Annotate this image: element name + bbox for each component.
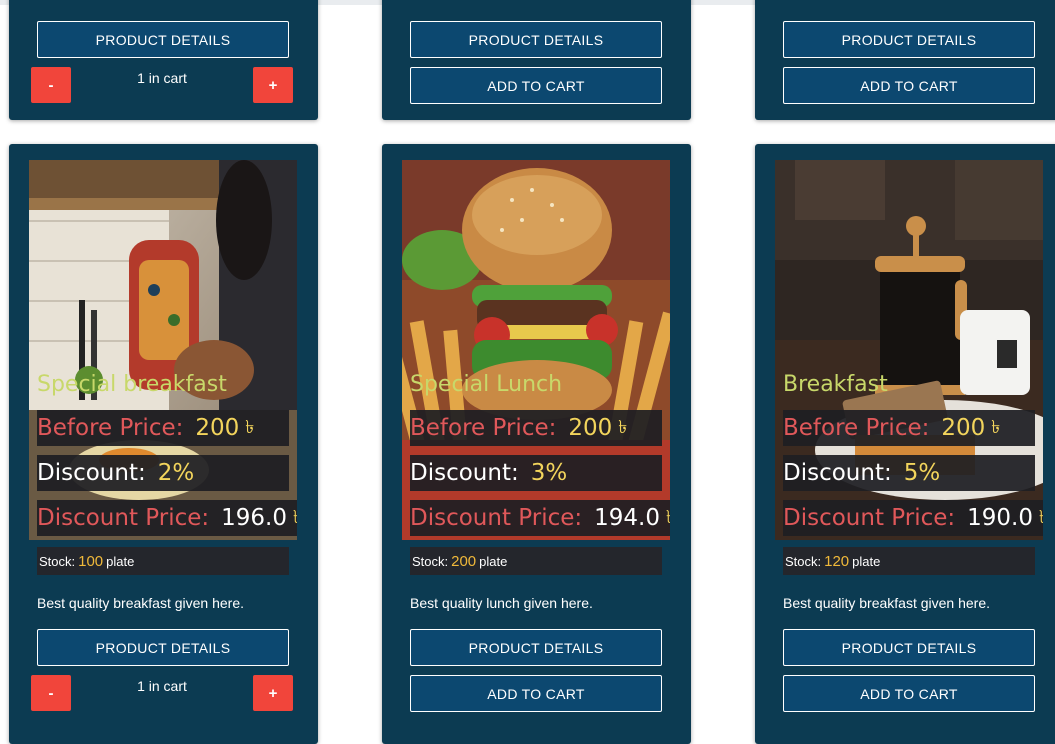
discount-band: Discount: 2% (37, 455, 289, 491)
discount-price-label: Discount Price: (410, 505, 583, 531)
stock-label: Stock: (785, 553, 822, 569)
stock-unit: plate (479, 553, 508, 569)
stock-info: Stock: 100 plate (37, 547, 289, 575)
increase-quantity-button[interactable]: + (253, 67, 293, 103)
discount-price-band: Discount Price: 190.0 ৳ (783, 500, 1043, 536)
stock-info: Stock: 120 plate (783, 547, 1035, 575)
product-image-coffee: Breakfast Before Price: 200 ৳ Discount: … (775, 160, 1043, 540)
discount-band: Discount: 5% (783, 455, 1035, 491)
increase-quantity-button[interactable]: + (253, 675, 293, 711)
product-details-button[interactable]: PRODUCT DETAILS (410, 21, 662, 58)
cart-quantity-control: - 1 in cart + (31, 67, 293, 103)
discount-value: 2% (157, 460, 195, 486)
discount-price-label: Discount Price: (783, 505, 956, 531)
stock-value: 120 (824, 552, 850, 570)
cart-quantity-control: - 1 in cart + (31, 675, 293, 711)
discount-price-value: 196.0 (221, 505, 287, 531)
stock-unit: plate (852, 553, 881, 569)
discount-value: 3% (530, 460, 568, 486)
product-card-special-lunch: Special Lunch Before Price: 200 ৳ Discou… (382, 144, 691, 744)
discount-label: Discount: (783, 460, 892, 486)
product-image-burger: Special Lunch Before Price: 200 ৳ Discou… (402, 160, 670, 540)
before-price-value: 200 (195, 415, 240, 441)
product-title: Special Lunch (410, 372, 563, 397)
product-details-button[interactable]: PRODUCT DETAILS (37, 629, 289, 666)
discount-band: Discount: 3% (410, 455, 662, 491)
currency-symbol: ৳ (991, 416, 1001, 438)
before-price-value: 200 (941, 415, 986, 441)
before-price-band: Before Price: 200 ৳ (410, 410, 662, 446)
add-to-cart-button[interactable]: ADD TO CART (783, 675, 1035, 712)
product-card-top-2: PRODUCT DETAILS ADD TO CART (382, 0, 691, 120)
product-details-button[interactable]: PRODUCT DETAILS (783, 21, 1035, 58)
product-card-breakfast: Breakfast Before Price: 200 ৳ Discount: … (755, 144, 1055, 744)
product-description: Best quality breakfast given here. (783, 595, 991, 611)
currency-symbol: ৳ (1039, 503, 1043, 534)
product-card-special-breakfast: Special breakfast Before Price: 200 ৳ Di… (9, 144, 318, 744)
stock-value: 100 (78, 552, 104, 570)
discount-label: Discount: (37, 460, 146, 486)
discount-price-value: 190.0 (967, 505, 1033, 531)
currency-symbol: ৳ (245, 416, 255, 438)
product-description: Best quality lunch given here. (410, 595, 593, 611)
discount-price-band: Discount Price: 196.0 ৳ (37, 500, 297, 536)
discount-price-value: 194.0 (594, 505, 660, 531)
product-details-button[interactable]: PRODUCT DETAILS (410, 629, 662, 666)
stock-value: 200 (451, 552, 477, 570)
product-title: Breakfast (783, 372, 888, 397)
currency-symbol: ৳ (618, 416, 628, 438)
before-price-band: Before Price: 200 ৳ (783, 410, 1035, 446)
discount-price-label: Discount Price: (37, 505, 210, 531)
product-image-breakfast-kitchen: Special breakfast Before Price: 200 ৳ Di… (29, 160, 297, 540)
before-price-value: 200 (568, 415, 613, 441)
currency-symbol: ৳ (666, 503, 670, 534)
product-title: Special breakfast (37, 372, 227, 397)
stock-info: Stock: 200 plate (410, 547, 662, 575)
product-card-top-1: PRODUCT DETAILS - 1 in cart + (9, 0, 318, 120)
product-card-top-3: PRODUCT DETAILS ADD TO CART (755, 0, 1055, 120)
product-details-button[interactable]: PRODUCT DETAILS (37, 21, 289, 58)
before-price-label: Before Price: (783, 415, 930, 441)
discount-value: 5% (903, 460, 941, 486)
currency-symbol: ৳ (293, 503, 297, 534)
add-to-cart-button[interactable]: ADD TO CART (783, 67, 1035, 104)
product-description: Best quality breakfast given here. (37, 595, 245, 611)
stock-label: Stock: (39, 553, 76, 569)
add-to-cart-button[interactable]: ADD TO CART (410, 675, 662, 712)
before-price-label: Before Price: (37, 415, 184, 441)
discount-label: Discount: (410, 460, 519, 486)
stock-unit: plate (106, 553, 135, 569)
add-to-cart-button[interactable]: ADD TO CART (410, 67, 662, 104)
product-details-button[interactable]: PRODUCT DETAILS (783, 629, 1035, 666)
before-price-label: Before Price: (410, 415, 557, 441)
stock-label: Stock: (412, 553, 449, 569)
before-price-band: Before Price: 200 ৳ (37, 410, 289, 446)
discount-price-band: Discount Price: 194.0 ৳ (410, 500, 670, 536)
